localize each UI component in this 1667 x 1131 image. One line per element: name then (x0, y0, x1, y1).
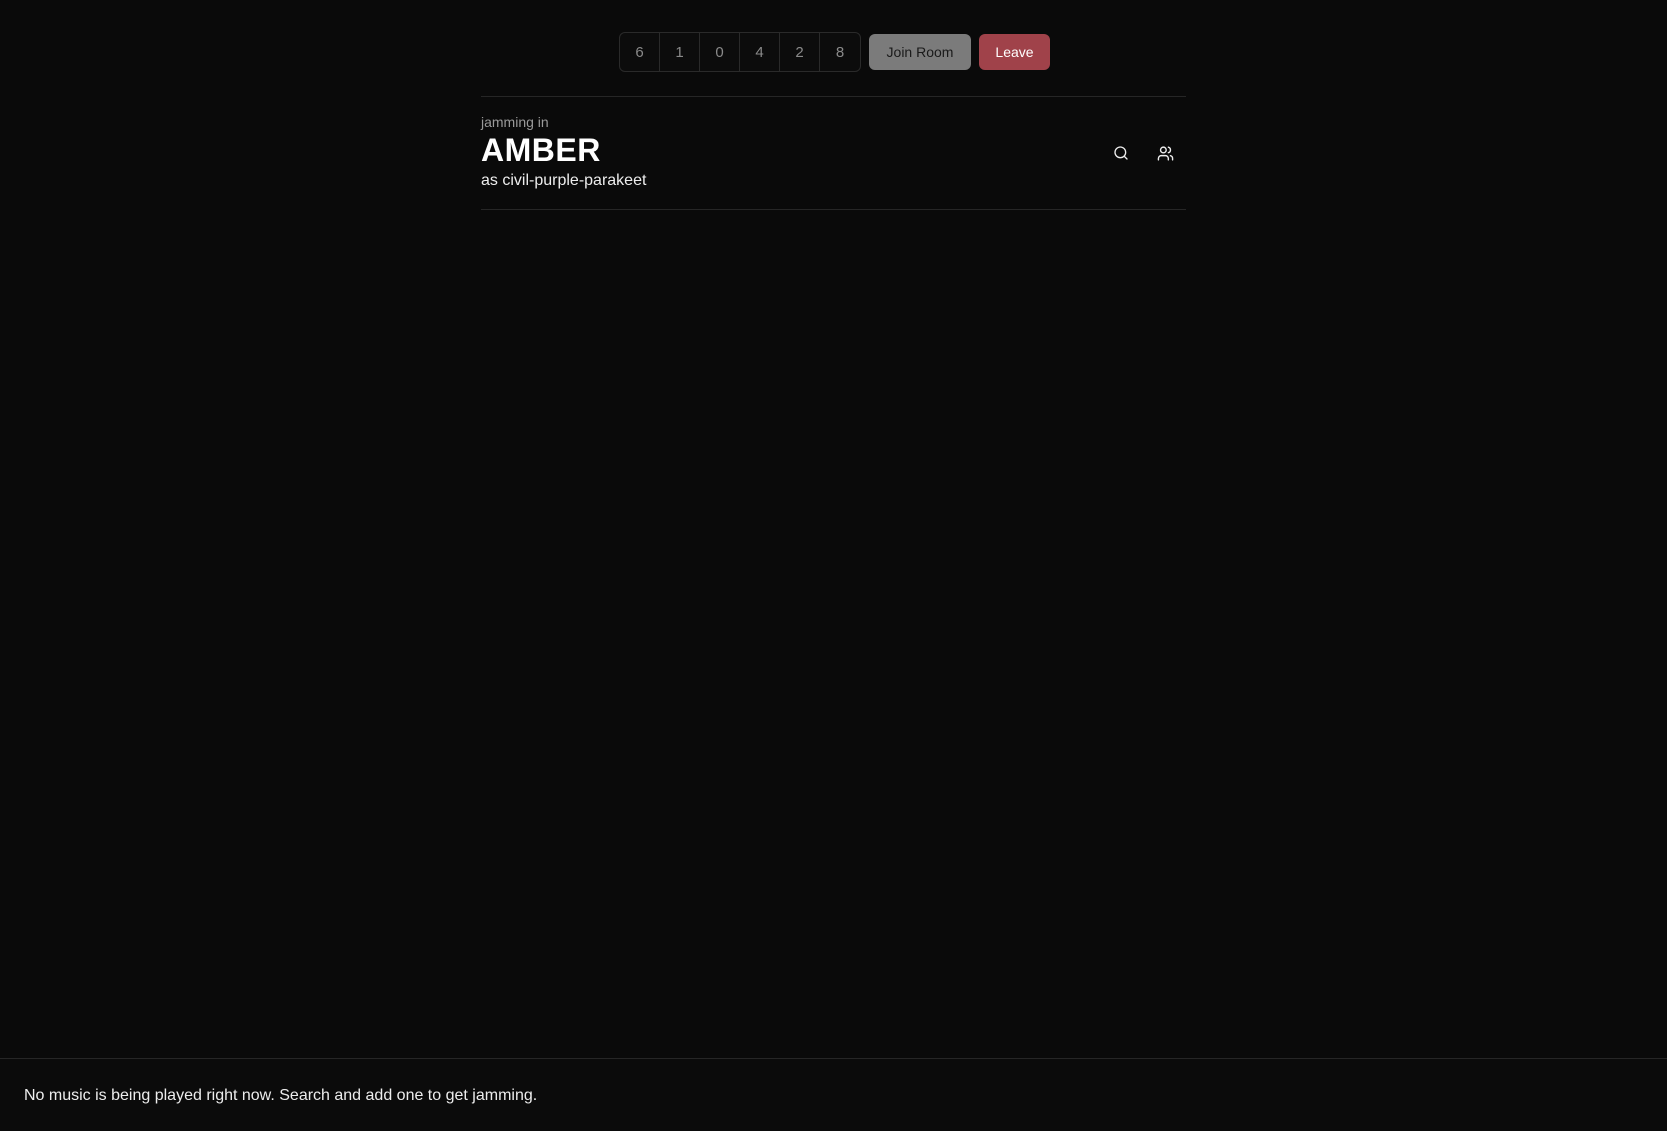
room-context-label: jamming in (481, 114, 549, 130)
search-button[interactable] (1109, 141, 1133, 165)
search-icon (1114, 146, 1128, 160)
header-divider-bottom (481, 209, 1186, 210)
room-code-digit[interactable]: 8 (820, 33, 860, 71)
room-code-digit[interactable]: 2 (780, 33, 820, 71)
join-room-button[interactable]: Join Room (869, 34, 971, 70)
room-code-digit[interactable]: 0 (700, 33, 740, 71)
members-button[interactable] (1153, 141, 1177, 165)
users-icon (1157, 145, 1173, 161)
player-status-text: No music is being played right now. Sear… (24, 1087, 538, 1104)
app-page: 6 1 0 4 2 8 Join Room Leave jamming in A… (0, 0, 1667, 1131)
room-name: AMBER (481, 132, 601, 168)
room-code-input[interactable]: 6 1 0 4 2 8 (619, 32, 861, 72)
header-divider-top (481, 96, 1186, 97)
leave-button[interactable]: Leave (979, 34, 1050, 70)
join-room-bar: 6 1 0 4 2 8 Join Room Leave (619, 32, 1050, 72)
player-bar: No music is being played right now. Sear… (0, 1058, 1667, 1131)
username-label: as civil-purple-parakeet (481, 172, 647, 189)
room-code-digit[interactable]: 1 (660, 33, 700, 71)
room-code-digit[interactable]: 4 (740, 33, 780, 71)
room-code-digit[interactable]: 6 (620, 33, 660, 71)
